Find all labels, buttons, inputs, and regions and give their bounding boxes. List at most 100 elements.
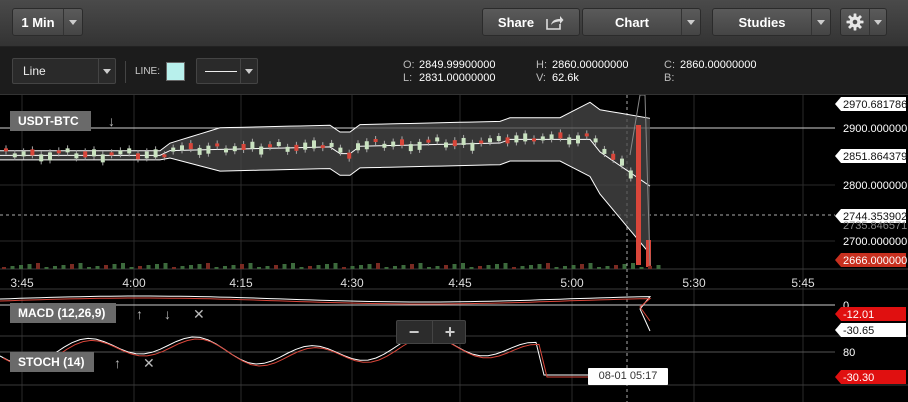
studies-dropdown[interactable] (811, 8, 831, 36)
stoch-panel (0, 333, 651, 378)
share-icon (546, 16, 564, 30)
volume-bar (461, 263, 465, 269)
line-color-swatch[interactable] (166, 62, 185, 81)
settings-button[interactable] (840, 8, 870, 36)
candle-body (303, 142, 308, 150)
candle-body (39, 154, 44, 162)
candle-body (391, 141, 396, 147)
zoom-out-button[interactable]: − (397, 321, 431, 343)
volume-bar (333, 263, 338, 269)
cursor-time-label: 08-01 05:17 (588, 368, 668, 385)
candle-body (628, 170, 633, 179)
candle-body (452, 140, 457, 147)
close-icon[interactable]: ✕ (143, 356, 155, 370)
arrow-up-icon[interactable]: ↑ (136, 307, 143, 321)
candle-body (215, 143, 220, 147)
stoch-80-tick: 80 (843, 347, 855, 359)
candle-body (294, 144, 299, 151)
divider (125, 61, 126, 83)
candle-body (206, 145, 211, 154)
candle-body (65, 148, 70, 153)
arrow-down-icon[interactable]: ↓ (108, 114, 115, 128)
candle-body (162, 154, 167, 158)
candle-body (514, 135, 519, 143)
line-style-select[interactable] (196, 58, 258, 84)
interval-select[interactable]: 1 Min (12, 8, 64, 36)
candle-body (276, 142, 281, 147)
arrow-up-icon[interactable]: ↑ (114, 356, 121, 370)
volume-bar (478, 266, 482, 269)
studies-button[interactable]: Studies (712, 8, 812, 36)
candle-body (435, 137, 440, 142)
last-price-label-text: 2666.000000 (843, 255, 907, 267)
volume-bar (291, 263, 295, 269)
stoch-red-value-text: -30.30 (843, 372, 874, 384)
volume-bar (401, 265, 406, 269)
chart-dropdown[interactable] (681, 8, 701, 36)
symbol-tag[interactable]: USDT-BTC (10, 111, 91, 131)
volume-bar (95, 266, 100, 269)
volume-bar (444, 265, 448, 269)
volume-bar (189, 265, 193, 269)
close-icon[interactable]: ✕ (193, 307, 205, 321)
overlapped-price-label: 2735.846571 (843, 220, 907, 232)
candle-body (56, 150, 61, 154)
candle-body (479, 140, 484, 144)
candle-body (602, 148, 607, 154)
time-tick-label: 4:00 (122, 276, 146, 290)
volume-bar (265, 266, 270, 269)
zoom-in-button[interactable]: + (432, 321, 467, 343)
volume-bar (180, 266, 185, 269)
candle-body (593, 138, 598, 143)
candle-body (48, 152, 52, 161)
candle-body (74, 153, 79, 159)
candle-body (470, 142, 475, 151)
arrow-down-icon[interactable]: ↓ (164, 307, 171, 321)
volume-bar (529, 265, 533, 269)
chevron-down-icon (245, 68, 253, 74)
chevron-down-icon (69, 19, 77, 25)
chevron-down-icon (687, 19, 695, 25)
candle-body (136, 153, 140, 160)
candle-body (180, 145, 184, 151)
ohlc-bid: B: (664, 72, 675, 84)
volume-bar (129, 267, 134, 269)
candle-body (408, 144, 413, 152)
candle-body (188, 143, 193, 150)
volume-bar (155, 264, 159, 269)
volume-bar (486, 265, 491, 269)
macd-white-value-text: -30.65 (843, 325, 874, 337)
price-chart[interactable]: 3:45 4:00 4:15 4:30 4:45 5:00 5:30 5:45 2970.68… (0, 95, 908, 402)
ohlc-high: H: 2860.00000000 (536, 59, 629, 71)
interval-dropdown[interactable] (63, 8, 83, 36)
volume-bar (393, 266, 397, 269)
volume-bar (597, 267, 601, 269)
price-tick-2800-text: 2800.000000 (843, 180, 907, 192)
chevron-down-icon (874, 19, 882, 25)
candle-body (224, 148, 228, 153)
volume-bar (78, 263, 83, 269)
candle-body (12, 153, 17, 158)
chart-menu-button[interactable]: Chart (582, 8, 682, 36)
volume-bar (146, 265, 151, 269)
chart-type-select[interactable]: Line (12, 58, 116, 84)
candle-body (496, 136, 501, 142)
volume-bar (214, 267, 219, 269)
candle-body (30, 149, 35, 156)
stoch-tag[interactable]: STOCH (14) (10, 352, 94, 372)
settings-dropdown[interactable] (869, 8, 887, 36)
macd-red-value: -12.01 (835, 307, 906, 321)
zoom-control: − + (396, 320, 466, 344)
time-tick-label: 3:45 (10, 276, 34, 290)
time-tick-label: 4:30 (340, 276, 364, 290)
volume-bar (571, 265, 576, 269)
share-button[interactable]: Share (482, 8, 580, 36)
macd-tag[interactable]: MACD (12,26,9) (10, 303, 116, 323)
studies-label: Studies (738, 14, 786, 30)
volume-bars (2, 263, 661, 269)
candle-body (144, 151, 149, 159)
volume-bar (231, 265, 236, 269)
time-tick-label: 5:30 (682, 276, 706, 290)
volume-bar (172, 267, 176, 269)
volume-bar (44, 267, 49, 269)
